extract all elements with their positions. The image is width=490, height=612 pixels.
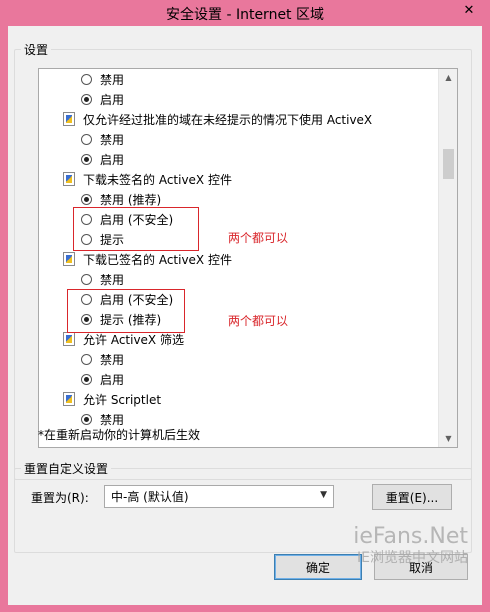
radio-option[interactable]: 启用 [81,369,124,389]
setting-item: 允许 Scriptlet [63,389,161,409]
radio-option[interactable]: 启用 (不安全) [81,289,173,309]
list-scrollbar[interactable]: ▲ ▼ [438,69,457,447]
list-item-label: 下载未签名的 ActiveX 控件 [83,172,232,187]
scroll-thumb[interactable] [443,149,454,179]
setting-item: 仅允许经过批准的域在未经提示的情况下使用 ActiveX [63,109,372,129]
list-item-label: 启用 [100,92,125,107]
chevron-down-icon: ▼ [320,490,327,500]
radio-checked-icon[interactable] [81,193,92,205]
cancel-button[interactable]: 取消 [374,554,468,580]
setting-item: 允许 ActiveX 筛选 [63,329,184,349]
radio-unchecked-icon[interactable] [81,353,92,365]
setting-item: 下载未签名的 ActiveX 控件 [63,169,232,189]
reset-level-select[interactable]: 中-高 (默认值) ▼ [104,485,334,508]
radio-unchecked-icon[interactable] [81,233,92,245]
radio-option[interactable]: 禁用 [81,269,124,289]
radio-unchecked-icon[interactable] [81,293,92,305]
setting-icon [63,112,75,126]
radio-option[interactable]: 提示 (推荐) [81,309,161,329]
scroll-down-arrow-icon[interactable]: ▼ [439,430,457,447]
restart-note: *在重新启动你的计算机后生效 [38,428,201,442]
radio-option[interactable]: 启用 [81,149,124,169]
list-item-label: 禁用 [100,132,125,147]
setting-icon [63,332,75,346]
radio-option[interactable]: 禁用 (推荐) [81,189,161,209]
reset-legend: 重置自定义设置 [24,462,109,476]
list-item-label: 提示 [100,232,125,247]
list-item-label: 禁用 [100,272,125,287]
radio-unchecked-icon[interactable] [81,73,92,85]
radio-unchecked-icon[interactable] [81,273,92,285]
list-item-label: 禁用 [100,72,125,87]
setting-icon [63,172,75,186]
radio-option[interactable]: 启用 (不安全) [81,209,173,229]
setting-icon [63,252,75,266]
dialog-body: 设置 禁用 启用 仅允许经过批准的域在未经提示的情况下使用 ActiveX 禁用 启用下… [8,26,482,605]
scroll-up-arrow-icon[interactable]: ▲ [439,69,457,86]
radio-checked-icon[interactable] [81,373,92,385]
window-title: 安全设置 - Internet 区域 [166,7,324,23]
settings-list: 禁用 启用 仅允许经过批准的域在未经提示的情况下使用 ActiveX 禁用 启用 下载未签… [39,69,437,447]
close-button[interactable]: ✕ [456,0,482,20]
list-item-label: 禁用 [100,412,125,427]
annotation-text-signed: 两个都可以 [228,314,289,328]
list-item-label: 仅允许经过批准的域在未经提示的情况下使用 ActiveX [83,112,373,127]
list-item-label: 启用 [100,152,125,167]
reset-button[interactable]: 重置(E)... [372,484,452,510]
reset-to-label: 重置为(R): [31,491,89,505]
radio-option[interactable]: 启用 [81,89,124,109]
list-item-label: 启用 [100,372,125,387]
list-item-label: 允许 Scriptlet [83,392,162,407]
list-item-label: 禁用 (推荐) [100,192,162,207]
list-item-label: 启用 (不安全) [100,292,174,307]
list-item-label: 允许 ActiveX 筛选 [83,332,184,347]
settings-listbox[interactable]: 禁用 启用 仅允许经过批准的域在未经提示的情况下使用 ActiveX 禁用 启用 下载未签… [38,68,458,448]
title-bar: 安全设置 - Internet 区域 ✕ [0,0,490,26]
setting-icon [63,392,75,406]
ok-button[interactable]: 确定 [274,554,362,580]
radio-unchecked-icon[interactable] [81,213,92,225]
radio-checked-icon[interactable] [81,413,92,425]
radio-option[interactable]: 提示 [81,229,124,249]
radio-checked-icon[interactable] [81,153,92,165]
reset-level-value: 中-高 (默认值) [111,490,189,504]
radio-option[interactable]: 禁用 [81,129,124,149]
radio-option[interactable]: 禁用 [81,69,124,89]
radio-checked-icon[interactable] [81,93,92,105]
radio-checked-icon[interactable] [81,313,92,325]
radio-option[interactable]: 禁用 [81,349,124,369]
radio-unchecked-icon[interactable] [81,133,92,145]
list-item-label: 提示 (推荐) [100,312,162,327]
annotation-text-unsigned: 两个都可以 [228,231,289,245]
list-item-label: 启用 (不安全) [100,212,174,227]
list-item-label: 禁用 [100,352,125,367]
setting-item: 下载已签名的 ActiveX 控件 [63,249,232,269]
close-icon: ✕ [463,2,475,18]
settings-legend: 设置 [24,43,49,57]
list-item-label: 下载已签名的 ActiveX 控件 [83,252,232,267]
